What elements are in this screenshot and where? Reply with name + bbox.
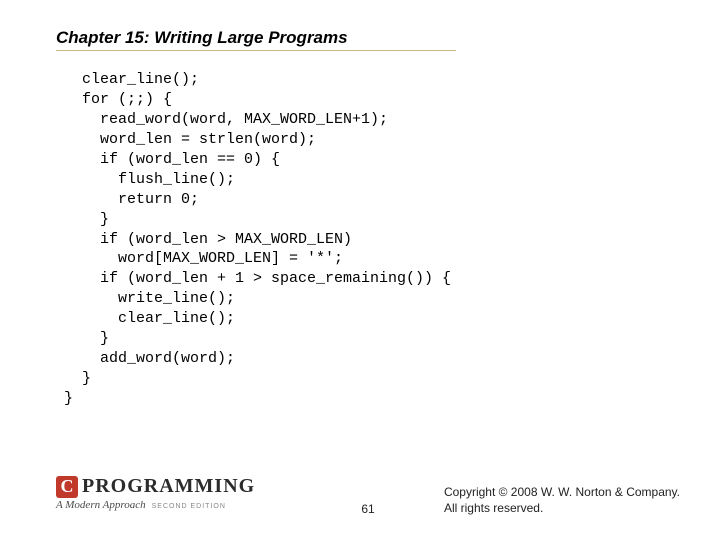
copyright-line-1: Copyright © 2008 W. W. Norton & Company. [444,484,680,500]
copyright-line-2: All rights reserved. [444,500,680,516]
slide-title: Chapter 15: Writing Large Programs [56,28,664,48]
logo-subtitle: A Modern Approach [56,499,146,511]
logo-sub-row: A Modern Approach SECOND EDITION [56,498,255,511]
logo-c-badge: C [56,476,78,498]
slide: Chapter 15: Writing Large Programs clear… [0,0,720,540]
title-underline [56,50,456,51]
logo-wordmark: PROGRAMMING [82,475,255,498]
logo-top-row: C PROGRAMMING [56,475,255,498]
book-logo: C PROGRAMMING A Modern Approach SECOND E… [56,475,255,511]
footer: C PROGRAMMING A Modern Approach SECOND E… [56,470,680,516]
page-number: 61 [361,502,374,516]
logo-c-glyph: C [61,476,74,497]
code-block: clear_line(); for (;;) { read_word(word,… [64,70,451,409]
copyright: Copyright © 2008 W. W. Norton & Company.… [444,484,680,516]
logo-edition: SECOND EDITION [152,503,226,510]
